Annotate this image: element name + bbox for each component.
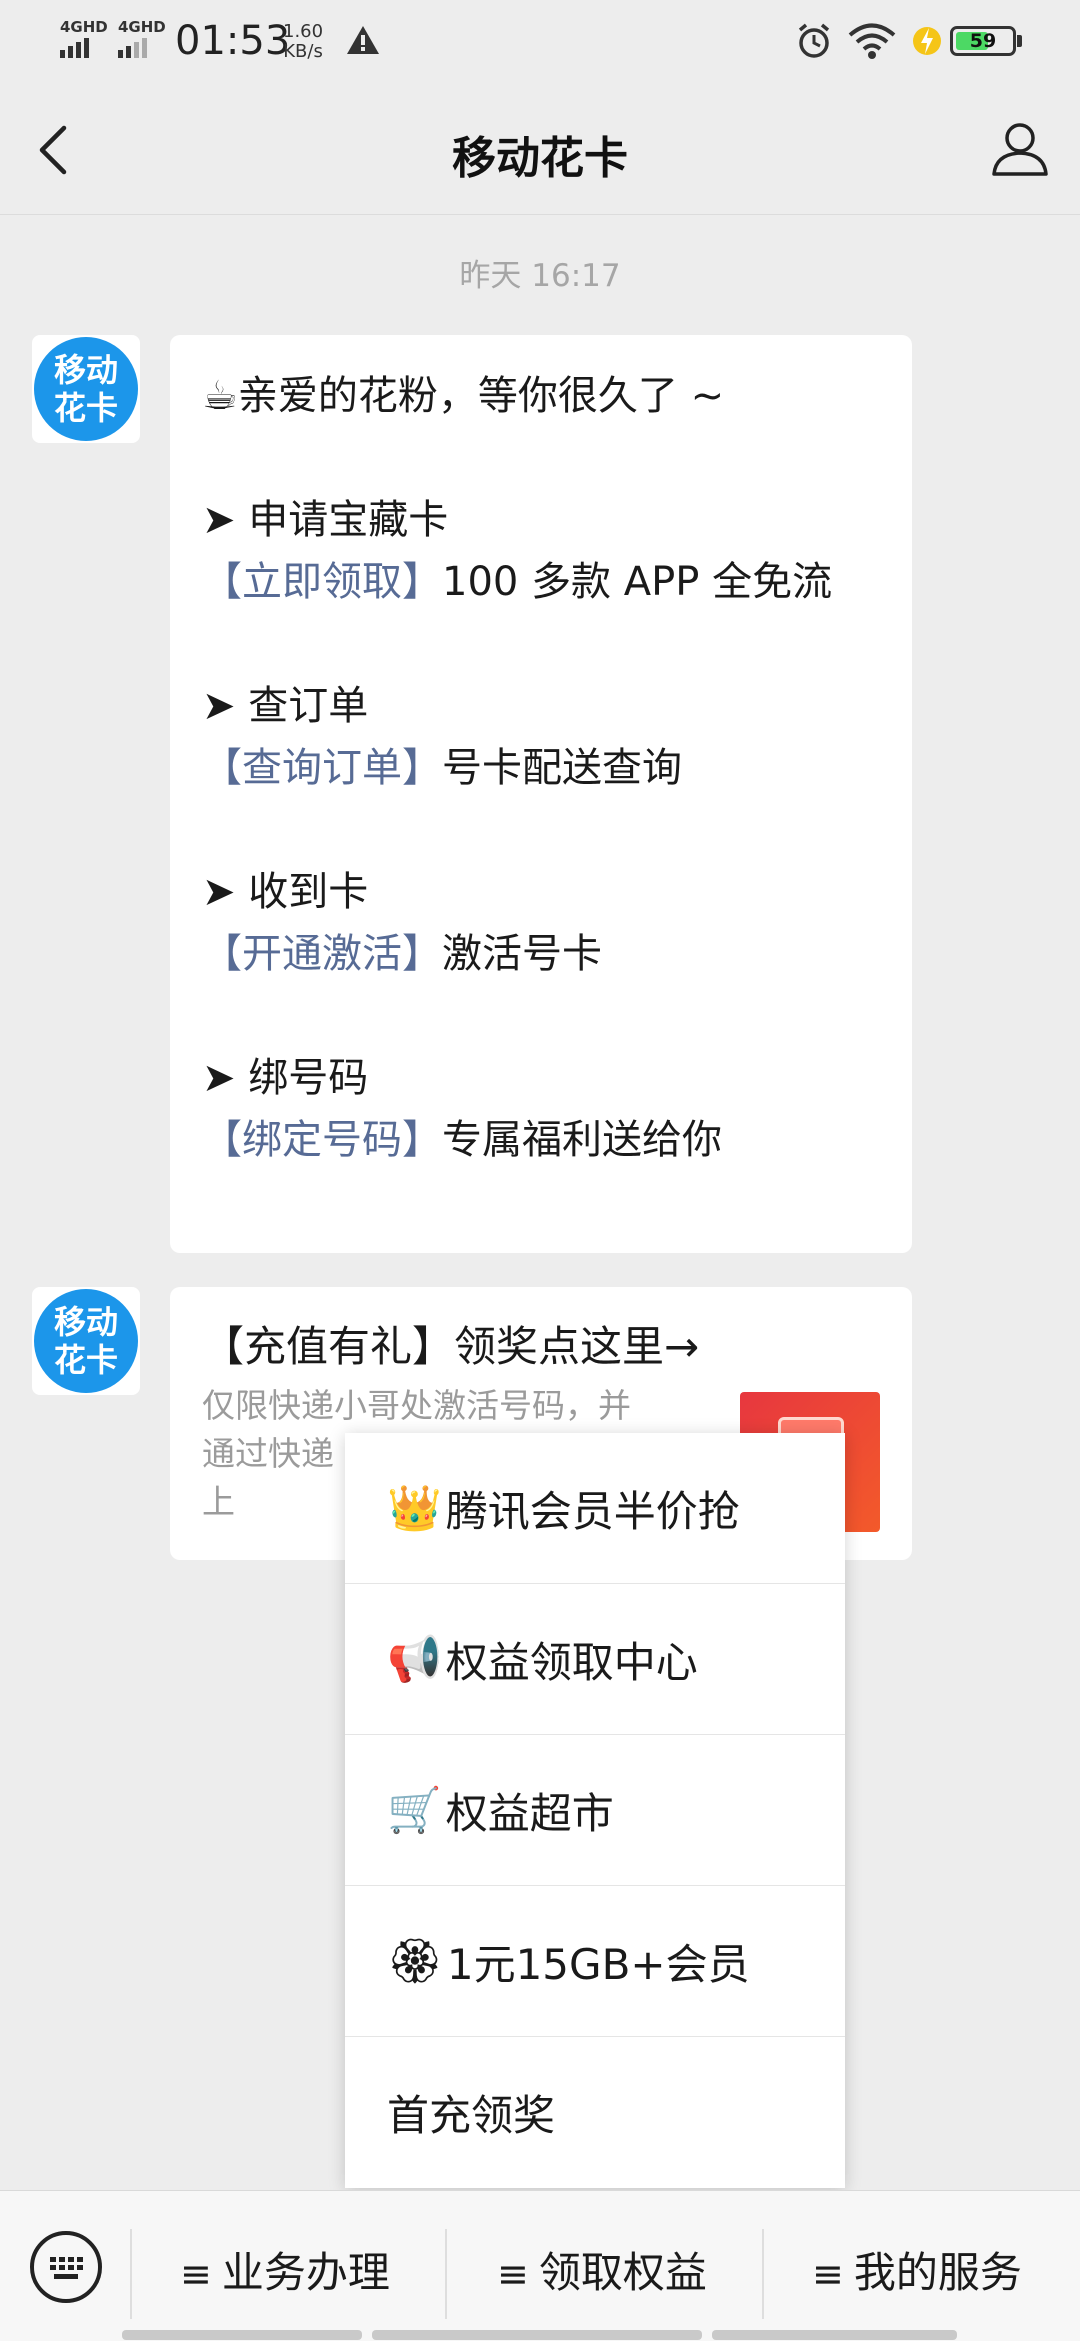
navigation-bar: 移动花卡 bbox=[0, 84, 1080, 215]
status-bar: 4GHD 4GHD 01:53 1.60 KB/s 59 bbox=[0, 0, 1080, 84]
signal-bars-icon bbox=[60, 38, 108, 58]
avatar-text-2: 花卡 bbox=[53, 1341, 118, 1379]
menu-item-label: 权益超市 bbox=[445, 1788, 614, 1838]
battery-level: 59 bbox=[969, 30, 997, 52]
divider bbox=[762, 2229, 764, 2319]
shopping-cart-icon: 🛒 bbox=[387, 1785, 442, 1836]
section-heading: ➤ 绑号码 bbox=[202, 1055, 369, 1101]
article-desc-line: 仅限快递小哥处激活号码，并 bbox=[202, 1386, 631, 1425]
link-bind-number[interactable]: 【绑定号码】 bbox=[202, 1117, 442, 1163]
message-bubble: ☕亲爱的花粉，等你很久了 ~ ➤ 申请宝藏卡 【立即领取】100 多款 APP … bbox=[170, 335, 912, 1253]
signal-label-1: 4GHD bbox=[60, 18, 108, 36]
link-bind-number-label: 绑定号码 bbox=[242, 1117, 402, 1163]
avatar-logo: 移动 花卡 bbox=[34, 1289, 138, 1393]
link-query-order[interactable]: 【查询订单】 bbox=[202, 745, 442, 791]
menu-item-benefits-center[interactable]: 📢 权益领取中心 bbox=[345, 1584, 845, 1735]
menu-tab-business[interactable]: ≡ 业务办理 bbox=[180, 2239, 390, 2300]
signal-indicator-2: 4GHD bbox=[118, 18, 166, 58]
menu-list-icon: ≡ bbox=[180, 2252, 212, 2296]
link-query-order-label: 查询订单 bbox=[242, 745, 402, 791]
menu-tab-label: 业务办理 bbox=[221, 2248, 390, 2297]
greeting-text: ☕亲爱的花粉，等你很久了 ~ bbox=[202, 373, 725, 419]
warning-icon bbox=[345, 24, 381, 60]
avatar-text-2: 花卡 bbox=[53, 389, 118, 427]
signal-indicator-1: 4GHD bbox=[60, 18, 108, 58]
menu-item-label: 腾讯会员半价抢 bbox=[445, 1486, 740, 1536]
battery-indicator: 59 bbox=[950, 26, 1016, 56]
section-heading: ➤ 查订单 bbox=[202, 683, 369, 729]
menu-item-first-recharge[interactable]: 首充领奖 bbox=[345, 2037, 845, 2188]
section-desc: 100 多款 APP 全免流 bbox=[442, 559, 833, 605]
section-row: 【开通激活】激活号卡 bbox=[202, 923, 880, 985]
menu-tab-label: 我的服务 bbox=[853, 2248, 1022, 2297]
page-title: 移动花卡 bbox=[452, 133, 628, 184]
keyboard-icon[interactable] bbox=[30, 2231, 102, 2303]
divider bbox=[130, 2229, 132, 2319]
bottom-menu-bar: ≡ 业务办理 ≡ 领取权益 ≡ 我的服务 bbox=[0, 2190, 1080, 2341]
avatar-text-1: 移动 bbox=[53, 351, 118, 389]
menu-list-icon: ≡ bbox=[812, 2252, 844, 2296]
speed-value: 1.60 bbox=[283, 21, 324, 42]
menu-tab-my-services[interactable]: ≡ 我的服务 bbox=[812, 2239, 1022, 2300]
wifi-icon bbox=[848, 22, 896, 64]
section-desc: 激活号卡 bbox=[442, 931, 602, 977]
message-timestamp: 昨天 16:17 bbox=[459, 258, 621, 294]
avatar[interactable]: 移动 花卡 bbox=[32, 1287, 140, 1395]
menu-item-benefits-market[interactable]: 🛒 权益超市 bbox=[345, 1735, 845, 1886]
avatar-logo: 移动 花卡 bbox=[34, 337, 138, 441]
link-claim[interactable]: 【立即领取】 bbox=[202, 559, 442, 605]
link-activate-label: 开通激活 bbox=[242, 931, 402, 977]
network-speed: 1.60 KB/s bbox=[283, 22, 323, 62]
menu-tab-label: 领取权益 bbox=[538, 2248, 707, 2297]
menu-item-label: 1元15GB+会员 bbox=[446, 1939, 750, 1989]
avatar[interactable]: 移动 花卡 bbox=[32, 335, 140, 443]
section-row: 【查询订单】号卡配送查询 bbox=[202, 737, 880, 799]
section-desc: 号卡配送查询 bbox=[442, 745, 682, 791]
menu-item-label: 权益领取中心 bbox=[445, 1637, 698, 1687]
speed-unit: KB/s bbox=[283, 41, 323, 62]
section-row: 【立即领取】100 多款 APP 全免流 bbox=[202, 551, 880, 613]
alarm-icon bbox=[795, 22, 833, 64]
menu-tab-benefits[interactable]: ≡ 领取权益 bbox=[497, 2239, 707, 2300]
section-heading: ➤ 申请宝藏卡 bbox=[202, 497, 449, 543]
profile-icon[interactable] bbox=[990, 118, 1050, 178]
signal-bars-icon bbox=[118, 38, 166, 58]
section-row: 【绑定号码】专属福利送给你 bbox=[202, 1109, 880, 1171]
menu-item-label: 首充领奖 bbox=[387, 2091, 556, 2140]
link-activate[interactable]: 【开通激活】 bbox=[202, 931, 442, 977]
battery-tip bbox=[1017, 35, 1022, 47]
signal-label-2: 4GHD bbox=[118, 18, 166, 36]
submenu-popup: 👑 腾讯会员半价抢 📢 权益领取中心 🛒 权益超市 🏵 1元15GB+会员 首充领奖 bbox=[345, 1433, 845, 2188]
clock: 01:53 bbox=[175, 18, 291, 64]
gesture-bar bbox=[712, 2330, 957, 2340]
menu-item-data-plan[interactable]: 🏵 1元15GB+会员 bbox=[345, 1886, 845, 2037]
gesture-bar bbox=[122, 2330, 362, 2340]
section-heading: ➤ 收到卡 bbox=[202, 869, 369, 915]
gesture-bar bbox=[372, 2330, 702, 2340]
charging-icon bbox=[912, 22, 942, 64]
menu-item-tencent-vip[interactable]: 👑 腾讯会员半价抢 bbox=[345, 1433, 845, 1584]
menu-list-icon: ≡ bbox=[497, 2252, 529, 2296]
flower-icon: 🏵 bbox=[387, 1936, 443, 1987]
link-claim-label: 立即领取 bbox=[242, 559, 402, 605]
megaphone-icon: 📢 bbox=[387, 1634, 442, 1685]
section-desc: 专属福利送给你 bbox=[442, 1117, 722, 1163]
article-title: 【充值有礼】领奖点这里→ bbox=[202, 1322, 700, 1371]
divider bbox=[445, 2229, 447, 2319]
crown-icon: 👑 bbox=[387, 1483, 442, 1534]
avatar-text-1: 移动 bbox=[53, 1303, 118, 1341]
